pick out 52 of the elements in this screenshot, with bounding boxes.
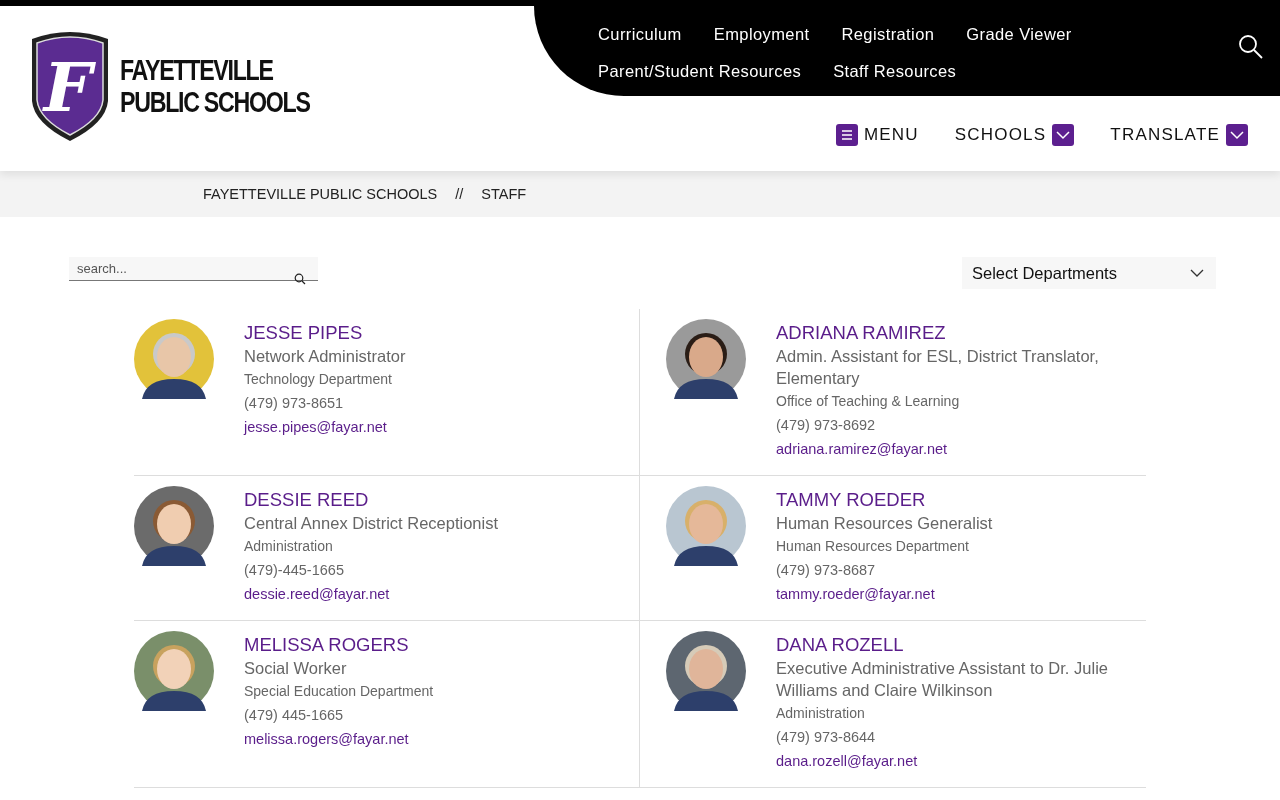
staff-name[interactable]: ADRIANA RAMIREZ	[776, 321, 1136, 345]
staff-email[interactable]: tammy.roeder@fayar.net	[776, 582, 993, 606]
search-field[interactable]: search...	[69, 257, 318, 281]
department-select[interactable]: Select Departments	[962, 257, 1216, 289]
chevron-down-icon	[1226, 124, 1248, 146]
staff-department: Administration	[776, 704, 866, 723]
staff-name[interactable]: JESSE PIPES	[244, 321, 406, 345]
logo-subtitle: PUBLIC SCHOOLS	[120, 85, 310, 118]
staff-email[interactable]: jesse.pipes@fayar.net	[244, 415, 406, 439]
staff-phone: (479) 973-8644	[776, 728, 877, 747]
staff-email[interactable]: melissa.rogers@fayar.net	[244, 727, 434, 751]
nav-link[interactable]: Parent/Student Resources	[598, 62, 802, 81]
staff-phone: (479) 973-8651	[244, 394, 345, 413]
staff-name[interactable]: TAMMY ROEDER	[776, 488, 993, 512]
logo-title: FAYETTEVILLE	[120, 53, 274, 86]
staff-department: Office of Teaching & Learning	[776, 392, 961, 411]
staff-title: Human Resources Generalist	[776, 513, 993, 534]
staff-phone: (479)-445-1665	[244, 561, 345, 580]
breadcrumb-link[interactable]: FAYETTEVILLE PUBLIC SCHOOLS	[203, 186, 438, 202]
staff-title: Network Administrator	[244, 346, 406, 367]
search-icon[interactable]	[1238, 34, 1264, 60]
dropdown-button[interactable]: SCHOOLS	[954, 124, 1075, 146]
nav-link[interactable]: Grade Viewer	[966, 25, 1072, 44]
staff-title: Executive Administrative Assistant to Dr. Julie Williams and Claire Wilkinson	[776, 658, 1109, 701]
breadcrumb-separator: //	[455, 186, 464, 202]
staff-name[interactable]: DESSIE REED	[244, 488, 499, 512]
staff-title: Central Annex District Receptionist	[244, 513, 499, 534]
menu-button[interactable]: MENU	[835, 124, 919, 146]
chevron-down-icon	[1190, 269, 1204, 277]
dropdown-button[interactable]: TRANSLATE	[1110, 124, 1248, 146]
nav-link[interactable]: Registration	[841, 25, 935, 44]
staff-name[interactable]: MELISSA ROGERS	[244, 633, 434, 657]
staff-title: Social Worker	[244, 658, 348, 679]
nav-link[interactable]: Curriculum	[598, 25, 682, 44]
staff-department: Human Resources Department	[776, 537, 970, 556]
chevron-down-icon	[1052, 124, 1075, 146]
staff-phone: (479) 445-1665	[244, 706, 345, 725]
staff-email[interactable]: dessie.reed@fayar.net	[244, 582, 499, 606]
breadcrumb-link[interactable]: STAFF	[481, 186, 527, 202]
staff-email[interactable]: adriana.ramirez@fayar.net	[776, 437, 1136, 461]
staff-department: Administration	[244, 537, 334, 556]
staff-title: Admin. Assistant for ESL, District Translator, Elementary	[776, 346, 1100, 389]
search-icon[interactable]	[294, 273, 306, 285]
staff-email[interactable]: dana.rozell@fayar.net	[776, 749, 1136, 773]
staff-department: Special Education Department	[244, 682, 434, 701]
menu-icon	[835, 124, 858, 146]
nav-link[interactable]: Staff Resources	[833, 62, 957, 81]
staff-phone: (479) 973-8692	[776, 416, 877, 435]
staff-phone: (479) 973-8687	[776, 561, 877, 580]
nav-link[interactable]: Employment	[713, 25, 810, 44]
staff-department: Technology Department	[244, 370, 393, 389]
staff-name[interactable]: DANA ROZELL	[776, 633, 1136, 657]
